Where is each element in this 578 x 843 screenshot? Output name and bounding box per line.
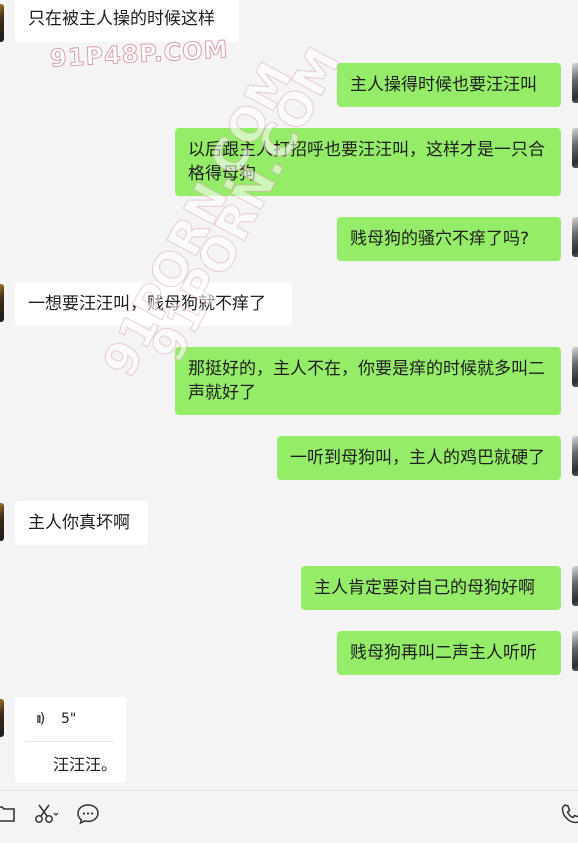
message-text: 主人你真坏啊 xyxy=(28,513,130,533)
message-text: 那挺好的，主人不在，你要是痒的时候就多叫二声就好了 xyxy=(188,359,545,403)
contact-avatar[interactable] xyxy=(0,284,4,322)
message-bubble-outgoing[interactable]: 一听到母狗叫，主人的鸡巴就硬了 xyxy=(277,436,561,480)
voice-message[interactable]: ıı) 5" 汪汪汪。 xyxy=(15,697,126,783)
my-avatar[interactable] xyxy=(572,436,578,476)
my-avatar[interactable] xyxy=(572,217,578,257)
message-text: 主人肯定要对自己的母狗好啊 xyxy=(314,578,535,598)
message-text: 贱母狗再叫二声主人听听 xyxy=(350,643,537,663)
message-text: 只在被主人操的时候这样 xyxy=(28,9,215,29)
message-bubble-incoming[interactable]: 主人你真坏啊 xyxy=(15,501,148,545)
contact-avatar[interactable] xyxy=(0,4,4,42)
my-avatar[interactable] xyxy=(572,566,578,606)
contact-avatar[interactable] xyxy=(0,699,4,737)
message-text: 一听到母狗叫，主人的鸡巴就硬了 xyxy=(290,448,545,468)
voice-wave-icon: ıı) xyxy=(36,711,45,727)
message-bubble-outgoing[interactable]: 主人操得时候也要汪汪叫 xyxy=(337,63,561,107)
message-bubble-outgoing[interactable]: 主人肯定要对自己的母狗好啊 xyxy=(301,566,561,610)
scissors-icon[interactable] xyxy=(34,803,60,830)
message-bubble-outgoing[interactable]: 贱母狗再叫二声主人听听 xyxy=(337,631,561,675)
voice-duration: 5" xyxy=(61,711,77,727)
message-bubble-outgoing[interactable]: 那挺好的，主人不在，你要是痒的时候就多叫二声就好了 xyxy=(175,347,561,415)
chat-area[interactable]: 只在被主人操的时候这样 主人操得时候也要汪汪叫 以后跟主人打招呼也要汪汪叫，这样… xyxy=(0,0,578,790)
my-avatar[interactable] xyxy=(572,63,578,103)
my-avatar[interactable] xyxy=(572,347,578,387)
chat-bubble-icon[interactable] xyxy=(76,803,100,830)
phone-icon[interactable] xyxy=(560,803,578,830)
voice-transcript: 汪汪汪。 xyxy=(53,755,118,774)
input-toolbar xyxy=(0,790,578,843)
divider xyxy=(25,741,114,742)
folder-icon[interactable] xyxy=(0,803,16,828)
message-text: 贱母狗的骚穴不痒了吗? xyxy=(350,229,530,249)
my-avatar[interactable] xyxy=(572,631,578,671)
my-avatar[interactable] xyxy=(572,128,578,168)
message-bubble-outgoing[interactable]: 贱母狗的骚穴不痒了吗? xyxy=(337,217,561,261)
message-text: 主人操得时候也要汪汪叫 xyxy=(350,75,537,95)
contact-avatar[interactable] xyxy=(0,503,4,541)
